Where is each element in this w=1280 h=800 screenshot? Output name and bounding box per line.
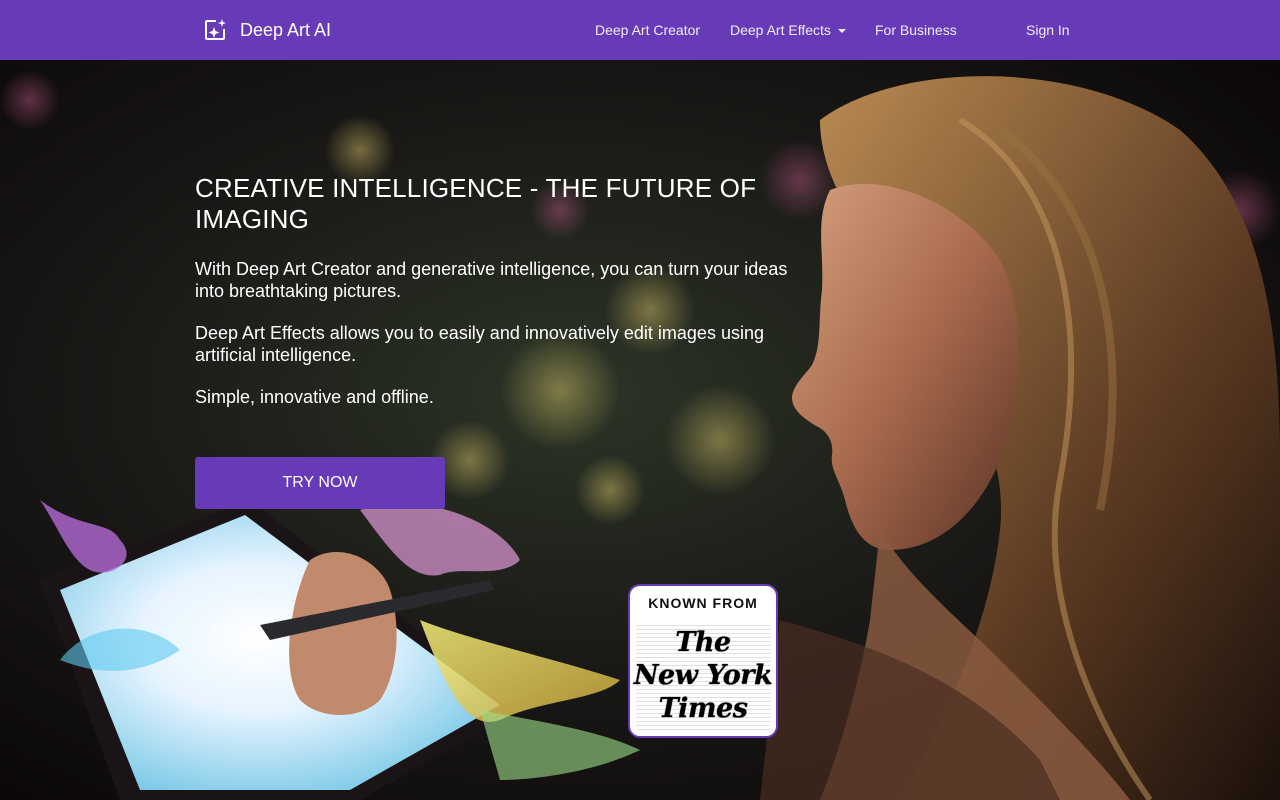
known-from-nyt-badge: KNOWN FROM The New York Times — [628, 584, 778, 738]
top-navbar: Deep Art AI Deep Art Creator Deep Art Ef… — [0, 0, 1280, 60]
nyt-logo: The New York Times — [633, 627, 773, 724]
chevron-down-icon — [837, 29, 846, 34]
hero-section: KNOWN FROM The New York Times — [0, 60, 1280, 800]
nav-for-business[interactable]: For Business — [875, 20, 957, 40]
hero-headline: CREATIVE INTELLIGENCE - THE FUTURE OF IM… — [195, 173, 757, 234]
hero-paragraph-creator: With Deep Art Creator and generative int… — [195, 259, 788, 301]
nav-deep-art-effects-label: Deep Art Effects — [730, 22, 831, 38]
nav-deep-art-effects-dropdown[interactable]: Deep Art Effects — [730, 20, 846, 40]
badge-label: KNOWN FROM — [648, 595, 758, 611]
brand-name: Deep Art AI — [240, 20, 332, 40]
try-now-button[interactable]: TRY NOW — [195, 457, 445, 509]
nav-sign-in[interactable]: Sign In — [1026, 20, 1070, 40]
brand-logo-link[interactable]: Deep Art AI — [203, 18, 331, 42]
sparkle-image-icon — [205, 19, 226, 40]
hero-paragraph-effects: Deep Art Effects allows you to easily an… — [195, 323, 764, 365]
hero-paragraph-tagline: Simple, innovative and offline. — [195, 387, 434, 407]
nav-deep-art-creator[interactable]: Deep Art Creator — [595, 20, 700, 40]
